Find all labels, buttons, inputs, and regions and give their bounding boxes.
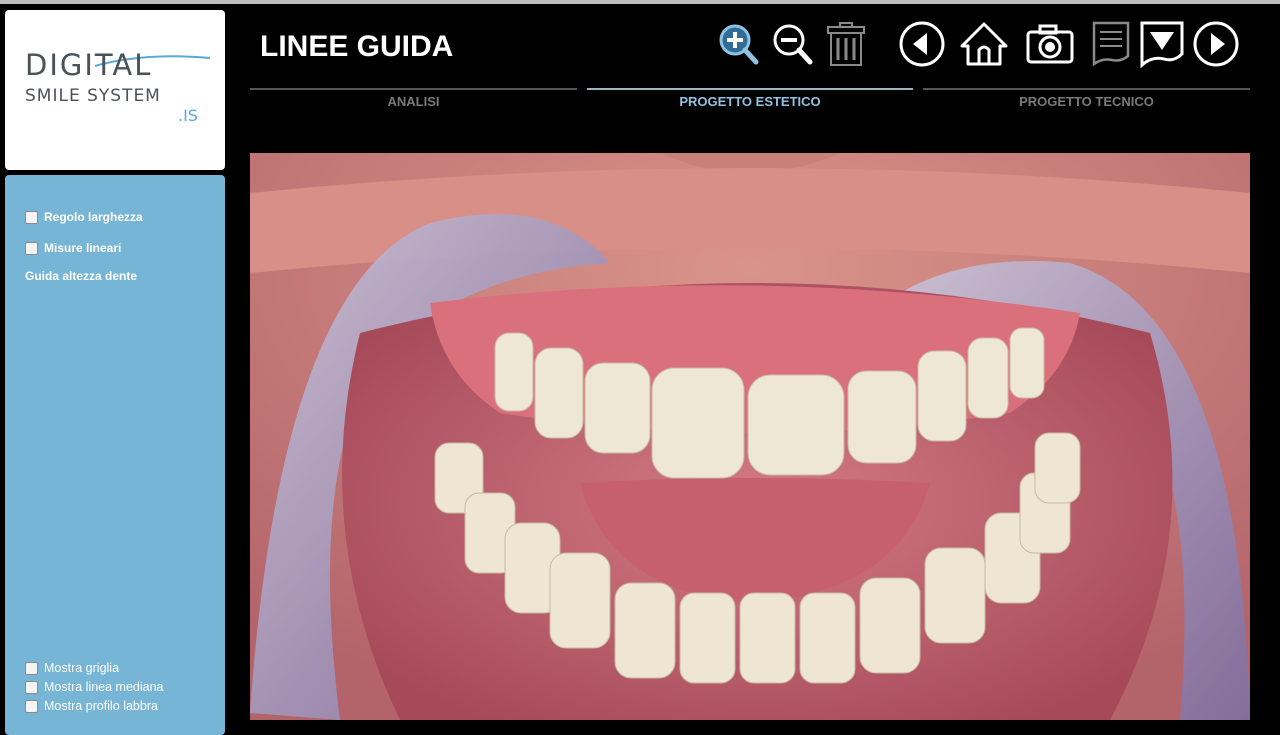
logo: DIGITAL SMILE SYSTEM .IS	[5, 10, 225, 170]
export-icon	[1140, 21, 1184, 69]
logo-sub-text: SMILE SYSTEM	[25, 86, 161, 106]
tab-underline	[250, 88, 577, 90]
notes-icon	[1092, 21, 1130, 67]
option-mostra-profilo-labbra[interactable]: Mostra profilo labbra	[25, 699, 158, 713]
option-mostra-griglia[interactable]: Mostra griglia	[25, 661, 119, 675]
tab-analisi[interactable]: ANALISI	[250, 88, 577, 112]
back-arrow-icon	[899, 21, 945, 67]
forward-arrow-icon	[1193, 21, 1239, 67]
checkbox[interactable]	[25, 241, 38, 255]
logo-main-text: DIGITAL	[25, 48, 153, 82]
option-regolo-larghezza[interactable]: Regolo larghezza	[25, 210, 143, 224]
page-title: LINEE GUIDA	[260, 30, 454, 63]
zoom-in-button[interactable]	[714, 20, 762, 68]
window-top-strip	[0, 0, 1280, 4]
option-mostra-linea-mediana[interactable]: Mostra linea mediana	[25, 680, 164, 694]
option-label: Mostra griglia	[44, 661, 120, 675]
checkbox[interactable]	[25, 699, 38, 713]
notes-button[interactable]	[1088, 20, 1136, 68]
tab-label: PROGETTO ESTETICO	[679, 94, 821, 109]
tab-progetto-tecnico[interactable]: PROGETTO TECNICO	[923, 88, 1250, 112]
back-button[interactable]	[898, 20, 946, 68]
option-misure-lineari[interactable]: Misure lineari	[25, 241, 121, 255]
sidebar-panel: Regolo larghezza Misure lineari Guida al…	[5, 175, 225, 735]
checkbox[interactable]	[25, 680, 38, 694]
patient-photo[interactable]	[250, 153, 1250, 720]
camera-icon	[1026, 24, 1074, 64]
guide-tooth-height-link[interactable]: Guida altezza dente	[25, 269, 137, 283]
smile-image	[250, 153, 1250, 720]
delete-button[interactable]	[822, 20, 870, 68]
option-label: Misure lineari	[44, 241, 122, 255]
checkbox[interactable]	[25, 210, 38, 224]
zoom-out-button[interactable]	[768, 20, 816, 68]
export-button[interactable]	[1138, 20, 1186, 69]
logo-suffix-text: .IS	[178, 106, 198, 125]
zoom-out-icon	[773, 24, 813, 65]
tab-label: PROGETTO TECNICO	[1019, 94, 1154, 109]
home-button[interactable]	[960, 20, 1008, 68]
tab-underline	[923, 88, 1250, 90]
home-icon	[960, 22, 1008, 66]
checkbox[interactable]	[25, 661, 38, 675]
option-label: Mostra profilo labbra	[44, 699, 158, 713]
option-label: Regolo larghezza	[44, 210, 143, 224]
trash-icon	[827, 22, 865, 66]
tab-label: ANALISI	[387, 94, 440, 109]
forward-button[interactable]	[1192, 20, 1240, 68]
zoom-in-icon	[719, 24, 759, 65]
tab-underline	[587, 88, 913, 90]
option-label: Mostra linea mediana	[44, 680, 164, 694]
tab-progetto-estetico[interactable]: PROGETTO ESTETICO	[587, 88, 913, 112]
camera-button[interactable]	[1026, 20, 1074, 68]
